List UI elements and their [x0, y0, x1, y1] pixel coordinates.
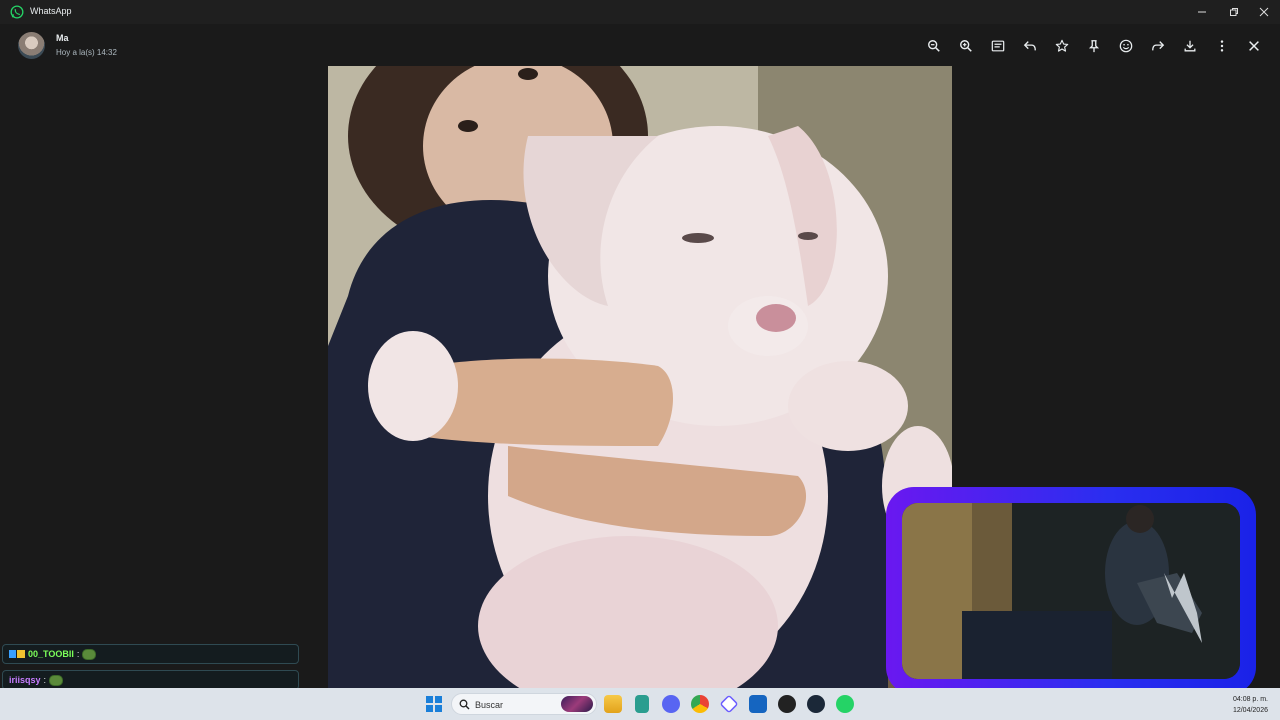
webcam-feed — [902, 503, 1240, 679]
window-close-button[interactable] — [1248, 0, 1280, 24]
chat-username: iriisqsy — [9, 675, 41, 685]
webcam-overlay — [886, 487, 1256, 695]
whatsapp-taskbar-icon[interactable] — [836, 695, 854, 713]
app-title: WhatsApp — [30, 6, 72, 16]
media-image[interactable] — [328, 66, 952, 688]
zoom-in-button[interactable] — [958, 38, 974, 54]
more-icon — [1220, 40, 1224, 52]
girl-holding-puppy-photo — [328, 66, 952, 688]
chat-username: 00_TOOBII — [28, 649, 74, 659]
taskbar-search[interactable]: Buscar — [451, 693, 597, 715]
chrome-icon[interactable] — [691, 695, 709, 713]
zoom-in-icon — [960, 40, 972, 52]
close-icon — [1249, 41, 1259, 51]
media-viewer-header: Ma Hoy a la(s) 14:32 — [0, 24, 1280, 66]
clock-date: 12/04/2026 — [1232, 707, 1268, 714]
pin-icon — [1088, 40, 1100, 53]
reply-button[interactable] — [1022, 38, 1038, 54]
frog-emote-icon — [49, 674, 64, 686]
windows-taskbar: Buscar 04:08 p. m. 12/04/2026 — [0, 688, 1280, 720]
restore-button[interactable] — [1218, 0, 1250, 24]
search-label: Buscar — [475, 700, 504, 710]
discord-icon[interactable] — [662, 695, 680, 713]
store-icon[interactable] — [749, 695, 767, 713]
chat-separator: : — [43, 675, 47, 685]
notes-app-icon[interactable] — [635, 695, 649, 713]
badge-icon — [9, 650, 16, 658]
steam-icon[interactable] — [807, 695, 825, 713]
minimize-icon — [1198, 11, 1206, 13]
download-icon — [1184, 40, 1196, 52]
pin-button[interactable] — [1086, 38, 1102, 54]
minimize-button[interactable] — [1186, 0, 1218, 24]
title-bar: WhatsApp — [0, 0, 1280, 24]
close-viewer-button[interactable] — [1246, 38, 1262, 54]
start-button[interactable] — [426, 696, 442, 712]
chat-message: iriisqsy : — [2, 670, 299, 690]
star-icon — [1055, 39, 1069, 52]
search-icon — [459, 699, 470, 710]
clock-time: 04:08 p. m. — [1232, 696, 1268, 703]
system-clock[interactable]: 04:08 p. m. 12/04/2026 — [1233, 694, 1268, 716]
forward-button[interactable] — [1150, 38, 1166, 54]
message-timestamp: Hoy a la(s) 14:32 — [56, 48, 117, 57]
contact-name[interactable]: Ma — [56, 33, 69, 43]
restore-icon — [1230, 8, 1238, 16]
app-diamond-icon[interactable] — [719, 694, 739, 714]
whatsapp-logo-icon — [10, 5, 24, 19]
go-to-message-button[interactable] — [990, 38, 1006, 54]
chat-separator: : — [76, 649, 80, 659]
forward-icon — [1152, 41, 1165, 51]
chat-message: 00_TOOBII : — [2, 644, 299, 664]
file-explorer-icon[interactable] — [604, 695, 622, 713]
steam-helper-icon[interactable] — [778, 695, 796, 713]
zoom-out-icon — [928, 40, 940, 52]
avatar[interactable] — [18, 32, 45, 59]
star-button[interactable] — [1054, 38, 1070, 54]
react-button[interactable] — [1118, 38, 1134, 54]
window-close-icon — [1259, 7, 1269, 17]
badge-icon — [17, 650, 25, 658]
reply-icon — [1023, 41, 1036, 51]
frog-emote-icon — [82, 648, 97, 660]
emoji-icon — [1119, 39, 1133, 53]
message-icon — [991, 40, 1005, 52]
more-options-button[interactable] — [1214, 38, 1230, 54]
search-highlight-image — [561, 696, 593, 712]
zoom-out-button[interactable] — [926, 38, 942, 54]
download-button[interactable] — [1182, 38, 1198, 54]
